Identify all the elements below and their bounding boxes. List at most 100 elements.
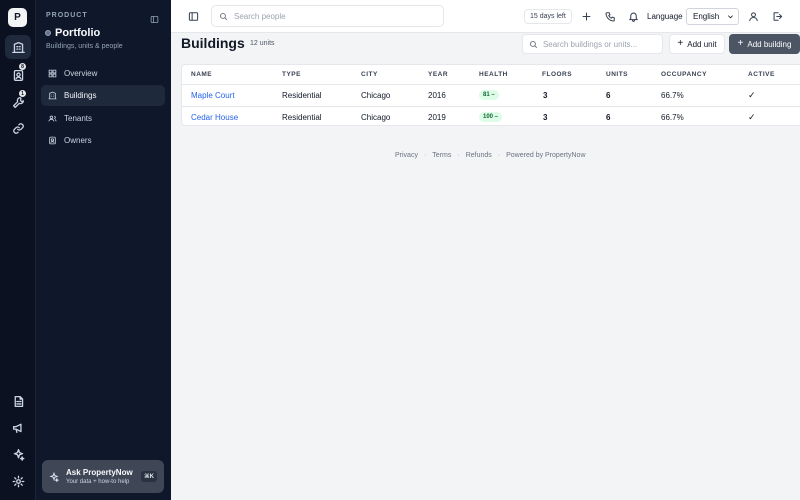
page-title: Buildings — [181, 35, 245, 51]
cell-units: 6 — [606, 113, 611, 122]
call-button[interactable] — [604, 10, 616, 22]
active-check-icon: ✓ — [748, 90, 756, 100]
buildings-search — [522, 34, 663, 54]
profile-button[interactable] — [747, 10, 759, 22]
active-check-icon: ✓ — [748, 112, 756, 122]
unit-count: 12 units — [250, 40, 275, 47]
add-unit-button[interactable]: + Add unit — [669, 34, 725, 54]
cell-year: 2016 — [428, 91, 446, 100]
cell-units: 6 — [606, 91, 611, 100]
health-badge: 81 – — [479, 90, 499, 100]
sidebar-title-row: Portfolio — [45, 27, 100, 39]
building-name-link[interactable]: Maple Court — [191, 91, 235, 100]
column-header-city[interactable]: CITY — [361, 71, 378, 78]
column-header-health[interactable]: HEALTH — [479, 71, 508, 78]
panel-left-icon — [150, 16, 159, 23]
maintenance-badge: 1 — [19, 90, 26, 97]
wrench-icon — [12, 96, 24, 108]
rail-integrations-button[interactable] — [5, 116, 31, 140]
sidebar-eyebrow: PRODUCT — [46, 12, 88, 19]
ask-text: Ask PropertyNow Your data + how-to help — [66, 468, 133, 485]
add-building-button[interactable]: + Add building — [729, 34, 800, 54]
footer-link-privacy[interactable]: Privacy — [395, 152, 418, 159]
users-icon — [48, 115, 57, 122]
rail-tenants-button[interactable]: 8 — [5, 63, 31, 87]
panel-left-icon — [188, 12, 199, 21]
table-row[interactable]: Cedar House Residential Chicago 2019 100… — [182, 106, 800, 127]
column-header-type[interactable]: TYPE — [282, 71, 301, 78]
plus-icon: + — [677, 38, 684, 49]
buildings-table: NAME TYPE CITY YEAR HEALTH FLOORS UNITS … — [181, 64, 800, 126]
sidebar: PRODUCT Portfolio Buildings, units & peo… — [36, 0, 171, 500]
top-bar: 15 days left Language English — [171, 0, 800, 33]
bell-icon — [628, 12, 638, 22]
megaphone-icon — [12, 423, 22, 433]
add-building-label: Add building — [747, 39, 792, 49]
rail-ai-button[interactable] — [5, 442, 31, 466]
rail-documents-button[interactable] — [5, 389, 31, 413]
people-search-input[interactable] — [234, 11, 434, 21]
cell-city: Chicago — [361, 113, 391, 122]
column-header-floors[interactable]: FLOORS — [542, 71, 572, 78]
sidebar-item-label: Owners — [64, 136, 92, 145]
rail-portfolio-button[interactable] — [5, 35, 31, 59]
add-unit-label: Add unit — [687, 39, 717, 49]
health-badge: 100 – — [479, 112, 503, 122]
cell-type: Residential — [282, 113, 322, 122]
rail-settings-button[interactable] — [5, 469, 31, 493]
user-icon — [748, 11, 758, 21]
plus-icon — [582, 12, 590, 20]
column-header-occupancy[interactable]: OCCUPANCY — [661, 71, 707, 78]
column-header-active[interactable]: ACTIVE — [748, 71, 775, 78]
table-row[interactable]: Maple Court Residential Chicago 2016 81 … — [182, 85, 800, 106]
logout-icon — [773, 11, 782, 21]
language-select[interactable]: English — [686, 8, 739, 25]
cell-floors: 3 — [543, 113, 548, 122]
sidebar-subtitle: Buildings, units & people — [46, 43, 123, 50]
trial-badge: 15 days left — [524, 9, 572, 24]
search-icon — [529, 40, 538, 48]
ask-shortcut: ⌘K — [141, 471, 157, 482]
icon-rail: P 8 1 — [0, 0, 36, 500]
gear-icon — [12, 475, 24, 487]
cell-floors: 3 — [543, 91, 548, 100]
plus-icon: + — [737, 38, 744, 49]
column-header-name[interactable]: NAME — [191, 71, 212, 78]
footer-separator: · — [423, 152, 427, 159]
toggle-sidebar-button[interactable] — [187, 10, 200, 23]
column-header-units[interactable]: UNITS — [606, 71, 628, 78]
owner-icon — [49, 136, 56, 145]
footer-link-terms[interactable]: Terms — [432, 152, 451, 159]
cell-year: 2019 — [428, 113, 446, 122]
tenants-badge: 8 — [19, 63, 26, 70]
workspace-logo[interactable]: P — [8, 8, 27, 27]
sidebar-collapse-button[interactable] — [150, 11, 159, 23]
sidebar-item-overview[interactable]: Overview — [41, 63, 165, 84]
sidebar-item-owners[interactable]: Owners — [41, 130, 165, 151]
sidebar-item-label: Tenants — [64, 114, 93, 123]
column-header-year[interactable]: YEAR — [428, 71, 448, 78]
cell-occupancy: 66.7% — [661, 113, 684, 122]
sidebar-item-buildings[interactable]: Buildings — [41, 85, 165, 106]
footer-powered-by: Powered by PropertyNow — [506, 152, 586, 159]
search-icon — [219, 12, 228, 20]
rail-maintenance-button[interactable]: 1 — [5, 90, 31, 114]
buildings-search-input[interactable] — [542, 39, 662, 49]
add-button[interactable] — [580, 10, 592, 22]
building-icon — [11, 41, 25, 53]
phone-icon — [605, 11, 615, 21]
people-search — [211, 5, 444, 27]
cell-type: Residential — [282, 91, 322, 100]
sidebar-item-tenants[interactable]: Tenants — [41, 108, 165, 129]
notifications-button[interactable] — [627, 10, 639, 22]
document-icon — [14, 395, 23, 407]
rail-announcements-button[interactable] — [5, 415, 31, 439]
ask-assistant-button[interactable]: Ask PropertyNow Your data + how-to help … — [42, 460, 164, 493]
footer-separator: · — [497, 152, 501, 159]
ask-subtitle: Your data + how-to help — [66, 479, 130, 485]
building-name-link[interactable]: Cedar House — [191, 113, 238, 122]
footer-link-refunds[interactable]: Refunds — [466, 152, 492, 159]
grid-icon — [48, 69, 57, 78]
logout-button[interactable] — [771, 10, 783, 22]
sidebar-item-label: Buildings — [64, 91, 97, 100]
